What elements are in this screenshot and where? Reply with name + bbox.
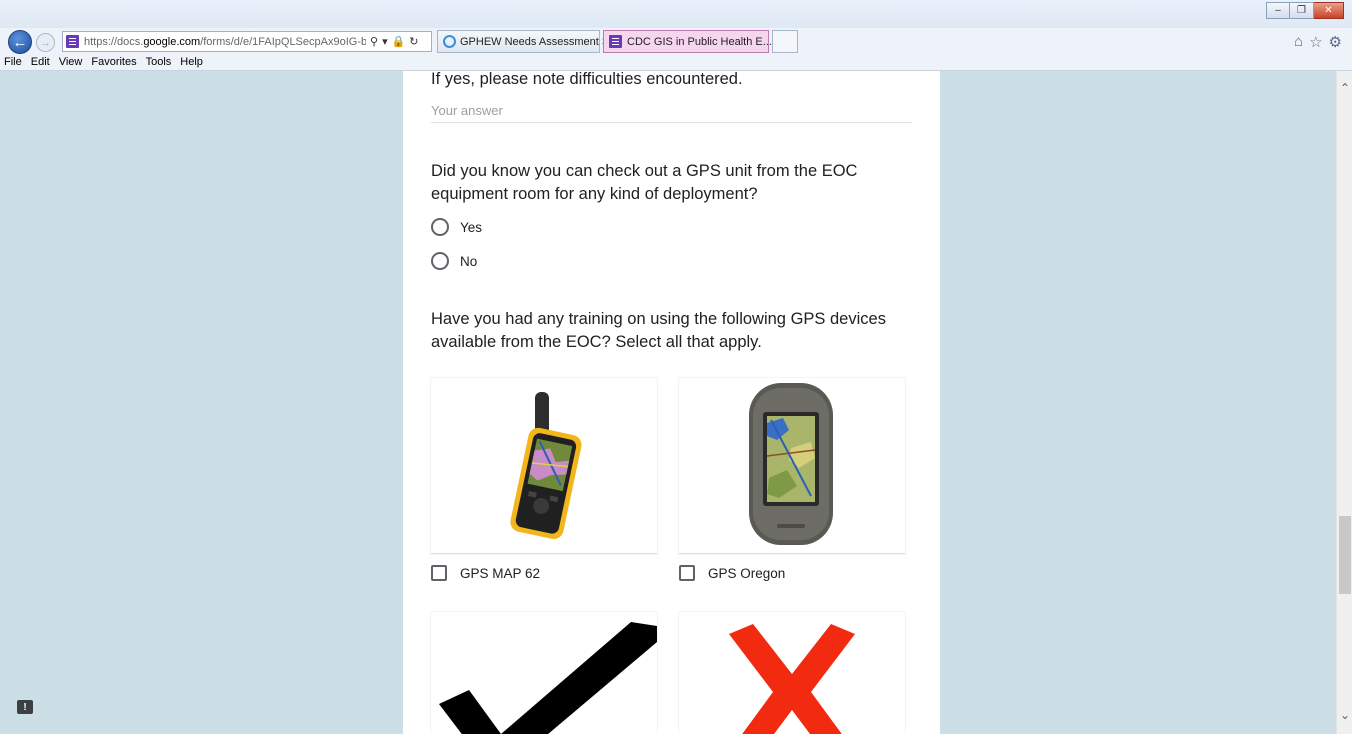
home-icon[interactable]: ⌂ [1294, 33, 1303, 51]
browser-chrome: – ❐ ✕ ← → https://docs.google.com/forms/… [0, 0, 1352, 71]
menu-view[interactable]: View [59, 56, 83, 71]
red-x-icon [729, 624, 855, 734]
question-gps-checkout: Did you know you can check out a GPS uni… [431, 162, 858, 203]
radio-option-no[interactable]: No [431, 252, 477, 270]
question-gps-training: Have you had any training on using the f… [431, 310, 886, 351]
menu-favorites[interactable]: Favorites [91, 56, 136, 71]
gps-map-62-illustration [510, 392, 582, 540]
checkmark-icon [439, 622, 657, 734]
window-controls: – ❐ ✕ [1266, 2, 1344, 19]
restore-button[interactable]: ❐ [1290, 2, 1314, 19]
tab-strip: GPHEW Needs Assessment Su... CDC GIS in … [437, 30, 798, 53]
address-bar[interactable]: https://docs.google.com/forms/d/e/1FAIpQ… [62, 31, 432, 52]
radio-option-yes[interactable]: Yes [431, 218, 482, 236]
title-bar: – ❐ ✕ [0, 0, 1352, 28]
menu-bar: File Edit View Favorites Tools Help [0, 56, 1352, 71]
lock-icon[interactable]: 🔒 [392, 35, 406, 48]
tab-gphew-needs-assessment[interactable]: GPHEW Needs Assessment Su... [437, 30, 624, 53]
minimize-button[interactable]: – [1266, 2, 1290, 19]
checkbox-option-gps-oregon[interactable]: GPS Oregon [679, 565, 785, 581]
form-card: If yes, please note difficulties encount… [403, 71, 940, 734]
scroll-up-icon[interactable]: ⌃ [1337, 81, 1352, 95]
back-arrow-icon[interactable]: ← [8, 30, 32, 54]
gps-map-62-image [431, 378, 657, 554]
tab-cdc-gis[interactable]: CDC GIS in Public Health E... ✕ [603, 30, 781, 53]
question-difficulties: If yes, please note difficulties encount… [431, 71, 743, 88]
refresh-icon[interactable]: ↻ [409, 35, 418, 48]
checkmark-image [431, 612, 657, 734]
new-tab-button[interactable] [772, 30, 798, 53]
star-icon[interactable]: ☆ [1309, 33, 1322, 51]
dropdown-arrow-icon[interactable]: ▾ [382, 35, 388, 48]
close-window-button[interactable]: ✕ [1314, 2, 1344, 19]
menu-edit[interactable]: Edit [31, 56, 50, 71]
checkbox-option-gps-map-62[interactable]: GPS MAP 62 [431, 565, 540, 581]
feedback-icon[interactable]: ! [17, 700, 33, 714]
radio-button[interactable] [431, 218, 449, 236]
forward-arrow-icon[interactable]: → [36, 33, 55, 52]
menu-file[interactable]: File [4, 56, 22, 71]
menu-tools[interactable]: Tools [146, 56, 172, 71]
radio-label-yes: Yes [460, 219, 483, 235]
gps-oregon-illustration [749, 383, 833, 545]
gear-icon[interactable]: ⚙ [1329, 33, 1342, 51]
checkbox[interactable] [679, 565, 695, 581]
toolbar-icons: ⌂ ☆ ⚙ [1294, 33, 1342, 51]
page-viewport: If yes, please note difficulties encount… [0, 71, 1336, 734]
ie-page-icon [443, 35, 456, 48]
scroll-thumb[interactable] [1339, 516, 1351, 594]
gps-oregon-image [679, 378, 905, 554]
address-url[interactable]: https://docs.google.com/forms/d/e/1FAIpQ… [84, 36, 366, 48]
radio-button[interactable] [431, 252, 449, 270]
menu-help[interactable]: Help [180, 56, 203, 71]
answer-input[interactable]: Your answer [431, 103, 912, 123]
checkbox[interactable] [431, 565, 447, 581]
google-forms-icon [609, 35, 622, 48]
search-icon[interactable]: ⚲ [370, 35, 378, 48]
red-cross-image [679, 612, 905, 734]
scroll-down-icon[interactable]: ⌄ [1337, 708, 1352, 722]
checkbox-label-gps-map-62: GPS MAP 62 [460, 565, 541, 581]
radio-label-no: No [460, 253, 478, 269]
google-forms-icon [66, 35, 79, 48]
checkbox-label-gps-oregon: GPS Oregon [708, 565, 786, 581]
vertical-scrollbar[interactable]: ⌃ ⌄ [1336, 71, 1352, 734]
